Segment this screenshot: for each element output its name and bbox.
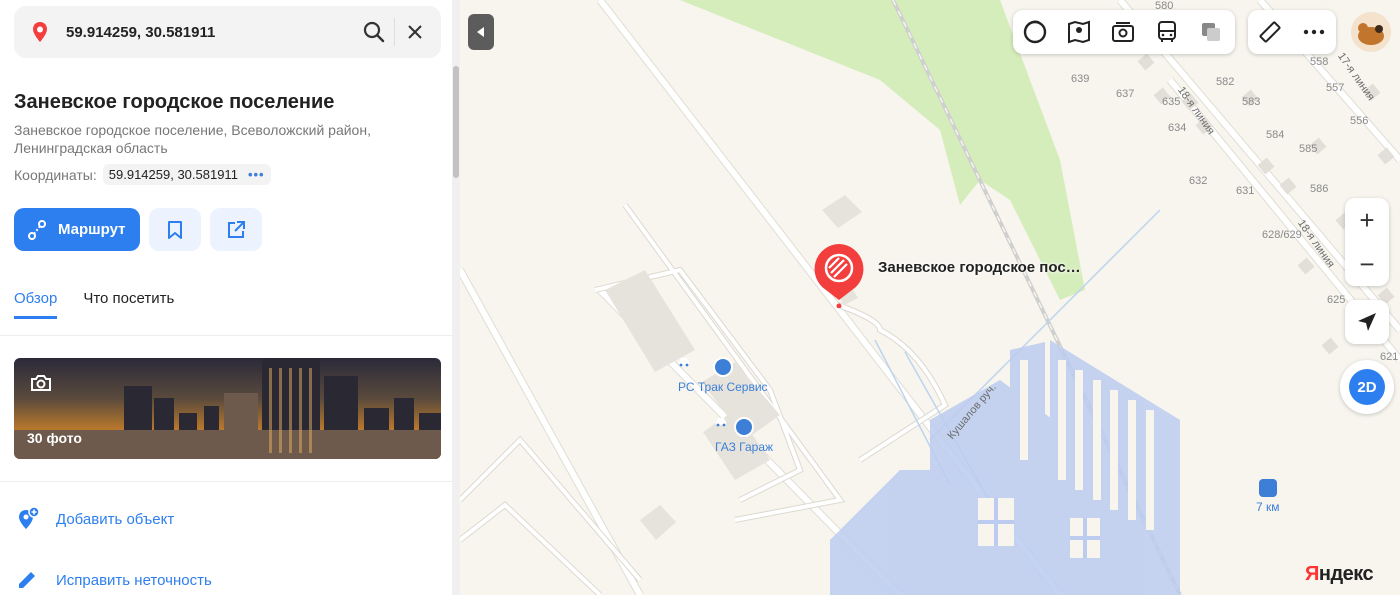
zoom-controls: + − xyxy=(1345,198,1389,286)
train-icon xyxy=(1258,479,1277,497)
tab-overview[interactable]: Обзор xyxy=(14,290,58,319)
house-number: 582 xyxy=(1216,76,1235,88)
collapse-panel-button[interactable] xyxy=(468,14,494,50)
brand-rest: ндекс xyxy=(1318,563,1374,585)
house-number: 625 xyxy=(1327,294,1346,306)
my-location-button[interactable] xyxy=(1345,300,1389,344)
house-number: 634 xyxy=(1168,122,1187,134)
add-object-label: Добавить объект xyxy=(56,510,175,528)
house-number: 621 xyxy=(1380,351,1399,363)
marker-label: Заневское городское пос… xyxy=(878,259,1081,276)
house-number: 632 xyxy=(1189,175,1208,187)
house-number: 635 xyxy=(1162,96,1181,108)
navigation-arrow-icon xyxy=(1358,313,1376,331)
bookmark-icon xyxy=(167,220,182,239)
bookmark-button[interactable] xyxy=(148,208,201,251)
brand-initial: Я xyxy=(1305,563,1319,585)
tab-what-to-visit[interactable]: Что посетить xyxy=(83,290,174,319)
map-tools-toolbar xyxy=(1248,10,1336,54)
coordinates-chip[interactable]: 59.914259, 30.581911 ••• xyxy=(102,164,271,185)
avatar-image xyxy=(1351,12,1391,52)
ruler-icon xyxy=(1259,21,1281,43)
pencil-icon xyxy=(19,572,35,588)
house-number: 631 xyxy=(1236,185,1255,197)
camera-icon xyxy=(31,375,51,391)
location-pin-icon xyxy=(33,22,47,42)
action-buttons: Маршрут xyxy=(14,208,262,251)
coordinates-value: 59.914259, 30.581911 xyxy=(108,167,238,182)
bus-icon xyxy=(1158,21,1176,42)
user-avatar[interactable] xyxy=(1351,12,1391,52)
zoom-in-button[interactable]: + xyxy=(1345,198,1389,242)
layers-button[interactable] xyxy=(1013,10,1057,54)
house-number: 557 xyxy=(1326,82,1345,94)
coordinates-label: Координаты: xyxy=(14,166,97,183)
share-icon xyxy=(227,220,245,238)
add-location-icon xyxy=(19,506,40,529)
car-icon xyxy=(679,357,733,377)
chevron-left-icon xyxy=(477,27,484,37)
poi-truck-service[interactable]: РС Трак Сервис xyxy=(678,357,768,394)
tabs-divider xyxy=(0,335,452,336)
map-layers-toolbar xyxy=(1013,10,1235,54)
house-number: 583 xyxy=(1242,96,1261,108)
traffic-circle-icon xyxy=(1023,20,1047,44)
poi-name: РС Трак Сервис xyxy=(678,380,768,394)
zoom-out-button[interactable]: − xyxy=(1345,242,1389,286)
clear-search-button[interactable] xyxy=(395,12,435,52)
place-title: Заневское городское поселение xyxy=(14,91,335,113)
house-number: 628/629 xyxy=(1262,229,1302,241)
house-number: 639 xyxy=(1071,73,1090,85)
camera-stack-icon xyxy=(1112,22,1134,42)
route-icon xyxy=(28,219,46,240)
more-options-button[interactable] xyxy=(1292,10,1336,54)
route-button[interactable]: Маршрут xyxy=(14,208,140,251)
scrollbar-thumb[interactable] xyxy=(453,66,459,178)
route-button-label: Маршрут xyxy=(58,221,126,238)
layers-stack-button[interactable] xyxy=(1189,10,1233,54)
map-book-icon xyxy=(1068,20,1090,44)
more-dots-icon[interactable]: ••• xyxy=(248,167,265,182)
panel-scrollbar[interactable] xyxy=(452,0,460,595)
house-number: 586 xyxy=(1310,183,1329,195)
train-distance: 7 км xyxy=(1256,500,1280,514)
house-number: 585 xyxy=(1299,143,1318,155)
photos-button[interactable] xyxy=(1101,10,1145,54)
layers-icon xyxy=(1202,23,1220,41)
photo-gallery[interactable]: 30 фото xyxy=(14,358,441,459)
search-button[interactable] xyxy=(354,12,394,52)
place-address: Заневское городское поселение, Всеволожс… xyxy=(14,122,371,156)
fix-inaccuracy-link[interactable]: Исправить неточность xyxy=(14,567,212,593)
share-button[interactable] xyxy=(209,208,262,251)
transport-button[interactable] xyxy=(1145,10,1189,54)
house-number: 558 xyxy=(1310,56,1329,68)
panorama-button[interactable] xyxy=(1057,10,1101,54)
coordinates-row: Координаты: 59.914259, 30.581911 ••• xyxy=(14,164,271,185)
add-object-link[interactable]: Добавить объект xyxy=(14,506,174,532)
yandex-logo: Яндекс xyxy=(1305,563,1374,586)
location-marker[interactable] xyxy=(812,242,866,308)
car-icon xyxy=(716,417,755,437)
marker-pin-icon xyxy=(814,244,864,308)
house-number: 584 xyxy=(1266,129,1285,141)
more-icon xyxy=(1303,29,1325,35)
house-number: 556 xyxy=(1350,115,1369,127)
poi-gaz-garage[interactable]: ГАЗ Гараж xyxy=(715,417,773,454)
close-icon xyxy=(408,25,422,39)
search-input[interactable]: 59.914259, 30.581911 xyxy=(66,24,354,41)
house-number: 637 xyxy=(1116,88,1135,100)
photo-count: 30 фото xyxy=(27,430,82,446)
view-mode-toggle[interactable]: 2D xyxy=(1340,360,1394,414)
ruler-button[interactable] xyxy=(1248,10,1292,54)
search-icon xyxy=(363,21,385,43)
poi-name: ГАЗ Гараж xyxy=(715,440,774,454)
place-tabs: Обзор Что посетить xyxy=(14,290,174,319)
side-panel: 59.914259, 30.581911 Заневское городское… xyxy=(0,0,452,595)
view-mode-label: 2D xyxy=(1349,369,1385,405)
search-bar[interactable]: 59.914259, 30.581911 xyxy=(14,6,441,58)
section-divider xyxy=(0,481,452,482)
fix-inaccuracy-label: Исправить неточность xyxy=(56,571,212,589)
train-station[interactable]: 7 км xyxy=(1256,479,1280,514)
